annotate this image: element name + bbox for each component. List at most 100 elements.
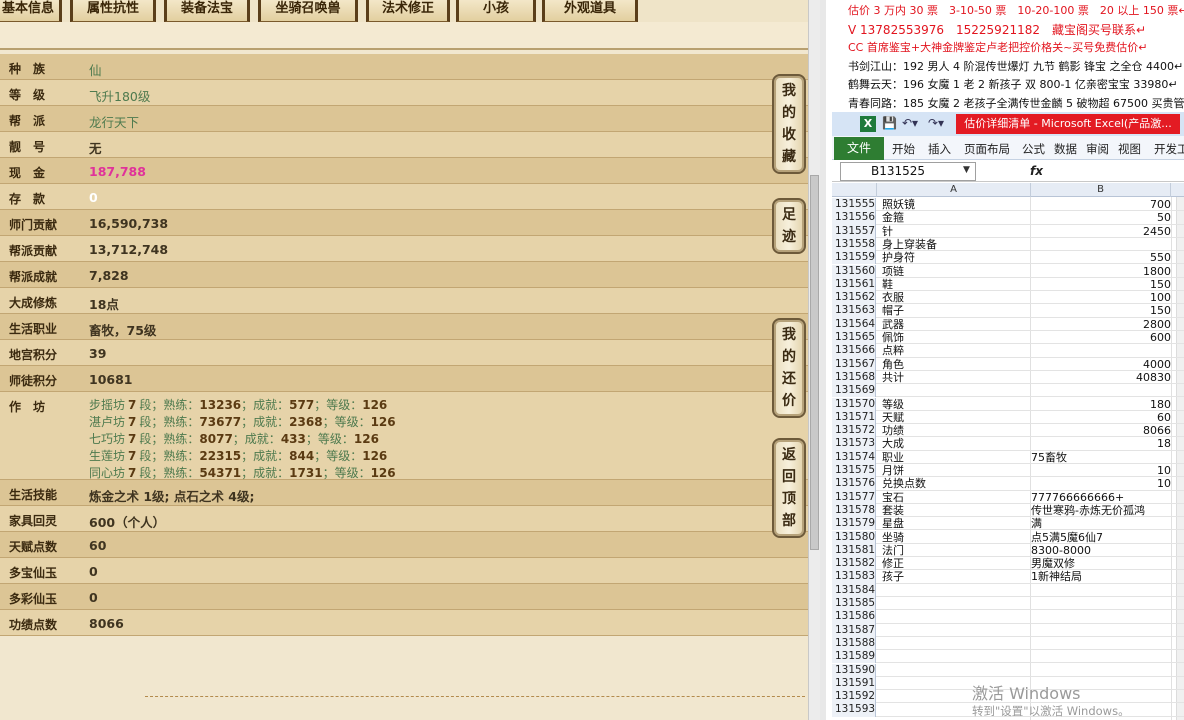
- cell-b[interactable]: 777766666666+: [1031, 491, 1171, 504]
- row-number[interactable]: 131572: [832, 424, 876, 438]
- row-number[interactable]: 131569: [832, 384, 876, 398]
- cell-b[interactable]: 100: [1031, 291, 1171, 304]
- excel-app-icon[interactable]: X: [860, 116, 876, 132]
- cell-a[interactable]: 大成: [882, 437, 1030, 450]
- ribbon-tab-1[interactable]: 插入: [928, 141, 951, 157]
- side-button-0[interactable]: 我的收藏: [772, 74, 806, 174]
- cell-a[interactable]: 针: [882, 225, 1030, 238]
- cell-a[interactable]: 天赋: [882, 411, 1030, 424]
- row-number[interactable]: 131579: [832, 517, 876, 531]
- select-all-corner[interactable]: [832, 183, 877, 197]
- row-number[interactable]: 131592: [832, 690, 876, 704]
- cell-b[interactable]: 18: [1031, 437, 1171, 450]
- chevron-down-icon[interactable]: ▼: [963, 162, 970, 179]
- row-number[interactable]: 131568: [832, 370, 876, 385]
- tab-1[interactable]: 属性抗性: [70, 0, 156, 22]
- row-number[interactable]: 131589: [832, 650, 876, 664]
- spreadsheet-grid[interactable]: AB 131555 照妖镜 700 131556 金箍 50 131557 针 2450 1315…: [832, 183, 1184, 720]
- cell-b[interactable]: 传世寒鸦-赤炼无价孤鸿: [1031, 504, 1171, 517]
- ribbon-tab-2[interactable]: 页面布局: [964, 141, 1010, 157]
- row-number[interactable]: 131564: [832, 317, 876, 331]
- cell-a[interactable]: 宝石: [882, 491, 1030, 504]
- cell-b[interactable]: 8066: [1031, 424, 1171, 437]
- cell-a[interactable]: 等级: [882, 398, 1030, 411]
- page-scrollbar[interactable]: [808, 0, 820, 720]
- cell-a[interactable]: 坐骑: [882, 531, 1030, 544]
- ribbon-tab-7[interactable]: 开发工: [1154, 141, 1184, 157]
- row-number[interactable]: 131585: [832, 597, 876, 611]
- ribbon-tab-4[interactable]: 数据: [1054, 141, 1077, 157]
- cell-b[interactable]: 10: [1031, 477, 1171, 490]
- row-number[interactable]: 131588: [832, 636, 876, 651]
- cell-b[interactable]: 2800: [1031, 318, 1171, 331]
- cell-b[interactable]: 点5满5魔6仙7: [1031, 531, 1171, 544]
- cell-b[interactable]: 1新神结局: [1031, 570, 1171, 583]
- row-number[interactable]: 131555: [832, 198, 876, 212]
- cell-a[interactable]: 武器: [882, 318, 1030, 331]
- row-number[interactable]: 131587: [832, 623, 876, 637]
- cell-a[interactable]: 照妖镜: [882, 198, 1030, 211]
- cell-a[interactable]: 金箍: [882, 211, 1030, 224]
- cell-b[interactable]: 700: [1031, 198, 1171, 211]
- insert-function-icon[interactable]: fx: [1030, 162, 1050, 181]
- cell-a[interactable]: 修正: [882, 557, 1030, 570]
- cell-b[interactable]: 60: [1031, 411, 1171, 424]
- cell-b[interactable]: 男魔双修: [1031, 557, 1171, 570]
- row-number[interactable]: 131566: [832, 344, 876, 358]
- cell-b[interactable]: 150: [1031, 278, 1171, 291]
- row-number[interactable]: 131565: [832, 331, 876, 345]
- row-number[interactable]: 131558: [832, 237, 876, 252]
- ribbon-tab-6[interactable]: 视图: [1118, 141, 1141, 157]
- row-number[interactable]: 131560: [832, 264, 876, 278]
- save-icon[interactable]: 💾: [882, 116, 897, 130]
- cell-a[interactable]: 衣服: [882, 291, 1030, 304]
- tab-6[interactable]: 外观道具: [542, 0, 638, 22]
- row-number[interactable]: 131577: [832, 490, 876, 504]
- cell-a[interactable]: 点粹: [882, 344, 1030, 357]
- cell-a[interactable]: 套装: [882, 504, 1030, 517]
- row-number[interactable]: 131562: [832, 291, 876, 305]
- ribbon-tab-3[interactable]: 公式: [1022, 141, 1045, 157]
- row-number[interactable]: 131574: [832, 450, 876, 464]
- cell-b[interactable]: 180: [1031, 398, 1171, 411]
- cell-a[interactable]: 孩子: [882, 570, 1030, 583]
- cell-a[interactable]: 护身符: [882, 251, 1030, 264]
- row-number[interactable]: 131561: [832, 277, 876, 292]
- row-number[interactable]: 131575: [832, 464, 876, 478]
- side-button-3[interactable]: 返回顶部: [772, 438, 806, 538]
- cell-b[interactable]: 8300-8000: [1031, 544, 1171, 557]
- tab-file[interactable]: 文件: [834, 137, 884, 160]
- cell-a[interactable]: 功绩: [882, 424, 1030, 437]
- cell-b[interactable]: 600: [1031, 331, 1171, 344]
- row-number[interactable]: 131593: [832, 703, 876, 717]
- cell-a[interactable]: 共计: [882, 371, 1030, 384]
- ribbon-tab-0[interactable]: 开始: [892, 141, 915, 157]
- row-number[interactable]: 131578: [832, 503, 876, 518]
- cell-b[interactable]: 满: [1031, 517, 1171, 530]
- cell-a[interactable]: 鞋: [882, 278, 1030, 291]
- cell-a[interactable]: 角色: [882, 358, 1030, 371]
- cell-b[interactable]: 1800: [1031, 265, 1171, 278]
- row-number[interactable]: 131582: [832, 557, 876, 571]
- cell-b[interactable]: 50: [1031, 211, 1171, 224]
- name-box[interactable]: B131525: [840, 162, 976, 181]
- cell-a[interactable]: 项链: [882, 265, 1030, 278]
- row-number[interactable]: 131557: [832, 224, 876, 238]
- cell-b[interactable]: 2450: [1031, 225, 1171, 238]
- cell-a[interactable]: 职业: [882, 451, 1030, 464]
- row-number[interactable]: 131576: [832, 477, 876, 491]
- row-number[interactable]: 131583: [832, 570, 876, 584]
- cell-b[interactable]: 10: [1031, 464, 1171, 477]
- tab-5[interactable]: 小孩: [456, 0, 536, 22]
- tab-4[interactable]: 法术修正: [366, 0, 450, 22]
- row-number[interactable]: 131573: [832, 437, 876, 451]
- cell-a[interactable]: 月饼: [882, 464, 1030, 477]
- row-number[interactable]: 131590: [832, 663, 876, 677]
- page-scrollbar-thumb[interactable]: [810, 175, 819, 550]
- tab-0[interactable]: 基本信息: [0, 0, 62, 22]
- ribbon-tab-5[interactable]: 审阅: [1086, 141, 1109, 157]
- column-header-b[interactable]: B: [1031, 183, 1171, 197]
- row-number[interactable]: 131556: [832, 211, 876, 225]
- side-button-1[interactable]: 足迹: [772, 198, 806, 254]
- row-number[interactable]: 131559: [832, 251, 876, 265]
